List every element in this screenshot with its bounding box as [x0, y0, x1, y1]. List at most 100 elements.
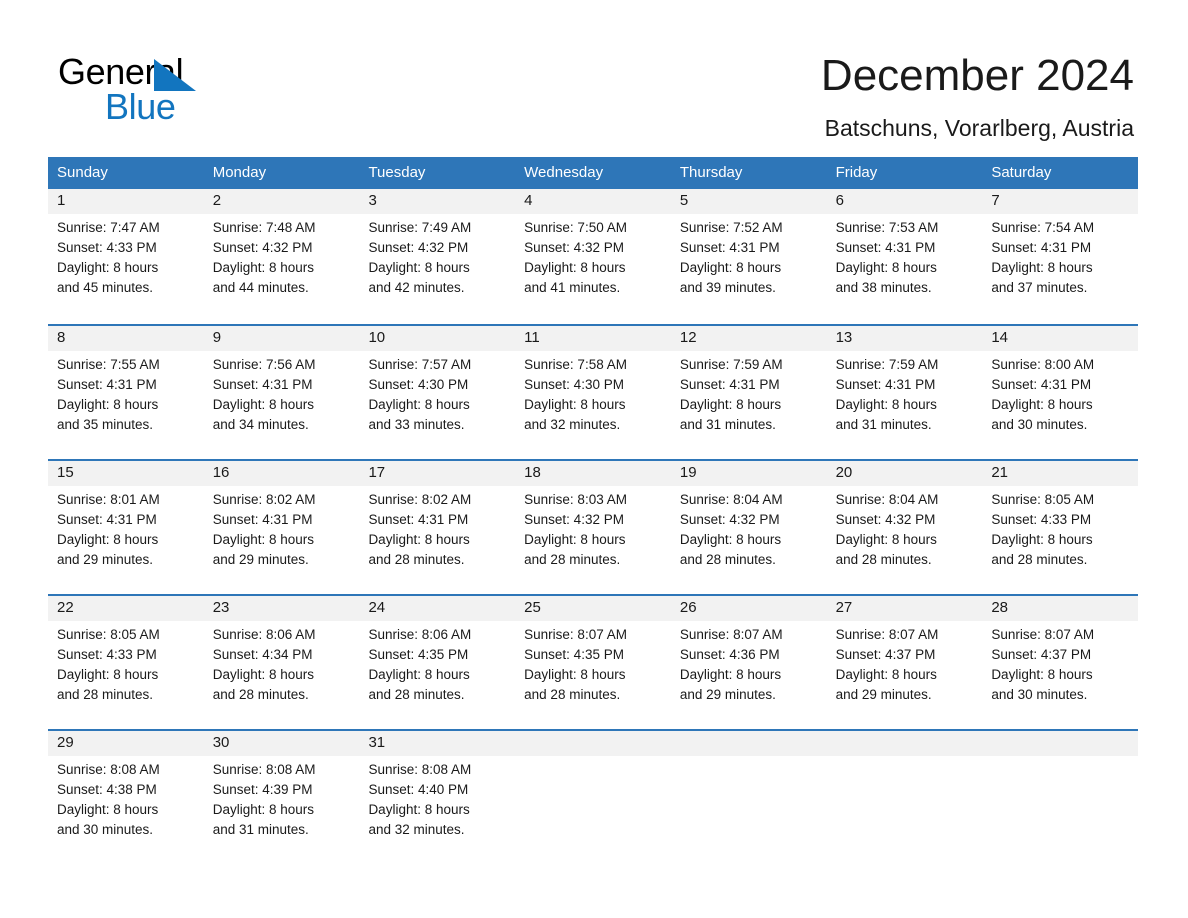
- day-details: Sunrise: 8:08 AM Sunset: 4:38 PM Dayligh…: [57, 760, 204, 840]
- sunrise-text: Sunrise: 7:59 AM: [679, 357, 783, 372]
- day-cell[interactable]: 15 Sunrise: 8:01 AM Sunset: 4:31 PM Dayl…: [48, 461, 204, 596]
- day-cell[interactable]: 23 Sunrise: 8:06 AM Sunset: 4:34 PM Dayl…: [204, 596, 360, 731]
- sunset-text: Sunset: 4:32 PM: [835, 512, 936, 527]
- day-cell[interactable]: 17 Sunrise: 8:02 AM Sunset: 4:31 PM Dayl…: [359, 461, 515, 596]
- day-cell[interactable]: 21 Sunrise: 8:05 AM Sunset: 4:33 PM Dayl…: [982, 461, 1138, 596]
- sunset-text: Sunset: 4:30 PM: [524, 377, 624, 392]
- daylight-text: Daylight: 8 hours: [835, 667, 937, 682]
- page-title: December 2024: [820, 51, 1134, 100]
- day-cell[interactable]: 18 Sunrise: 8:03 AM Sunset: 4:32 PM Dayl…: [515, 461, 671, 596]
- page-header: General Blue December 2024 Batschuns, Vo…: [0, 0, 1188, 150]
- daylight-text: Daylight: 8 hours: [212, 260, 315, 275]
- day-cell[interactable]: 26 Sunrise: 8:07 AM Sunset: 4:36 PM Dayl…: [671, 596, 827, 731]
- day-number: 5: [679, 192, 689, 209]
- sunrise-text: Sunrise: 8:02 AM: [368, 492, 472, 507]
- page-location: Batschuns, Vorarlberg, Austria: [824, 115, 1134, 141]
- day-cell[interactable]: 4 Sunrise: 7:50 AM Sunset: 4:32 PM Dayli…: [515, 189, 671, 324]
- sunrise-text: Sunrise: 8:08 AM: [368, 762, 472, 777]
- daylight-text-cont: and 44 minutes.: [212, 280, 309, 295]
- day-cell[interactable]: 13 Sunrise: 7:59 AM Sunset: 4:31 PM Dayl…: [827, 326, 983, 461]
- day-cell[interactable]: 14 Sunrise: 8:00 AM Sunset: 4:31 PM Dayl…: [982, 326, 1138, 461]
- daylight-text-cont: and 41 minutes.: [524, 280, 621, 295]
- day-number: 9: [212, 329, 222, 346]
- daylight-text-cont: and 32 minutes.: [524, 417, 621, 432]
- sunset-text: Sunset: 4:38 PM: [57, 782, 157, 797]
- day-cell[interactable]: 11 Sunrise: 7:58 AM Sunset: 4:30 PM Dayl…: [515, 326, 671, 461]
- daylight-text: Daylight: 8 hours: [368, 802, 470, 817]
- day-cell[interactable]: 24 Sunrise: 8:06 AM Sunset: 4:35 PM Dayl…: [359, 596, 515, 731]
- day-number: 22: [57, 599, 74, 616]
- day-details: Sunrise: 8:08 AM Sunset: 4:39 PM Dayligh…: [213, 760, 360, 840]
- day-number: 2: [212, 192, 222, 209]
- day-cell[interactable]: 7 Sunrise: 7:54 AM Sunset: 4:31 PM Dayli…: [982, 189, 1138, 324]
- day-cell[interactable]: 5 Sunrise: 7:52 AM Sunset: 4:31 PM Dayli…: [671, 189, 827, 324]
- day-cell[interactable]: 19 Sunrise: 8:04 AM Sunset: 4:32 PM Dayl…: [671, 461, 827, 596]
- sunset-text: Sunset: 4:32 PM: [524, 512, 624, 527]
- sunrise-text: Sunrise: 8:01 AM: [57, 492, 160, 507]
- sunrise-text: Sunrise: 8:07 AM: [679, 627, 783, 642]
- day-details: Sunrise: 8:07 AM Sunset: 4:36 PM Dayligh…: [680, 625, 827, 705]
- sunrise-text: Sunrise: 8:08 AM: [212, 762, 316, 777]
- sunrise-text: Sunrise: 7:52 AM: [679, 220, 783, 235]
- day-number: 4: [524, 192, 533, 209]
- day-details: Sunrise: 7:50 AM Sunset: 4:32 PM Dayligh…: [524, 218, 671, 298]
- day-number: 1: [57, 192, 66, 209]
- daylight-text-cont: and 31 minutes.: [212, 822, 309, 837]
- daylight-text: Daylight: 8 hours: [679, 397, 782, 412]
- day-cell-empty: [827, 731, 983, 866]
- daylight-text-cont: and 28 minutes.: [524, 552, 621, 567]
- daylight-text: Daylight: 8 hours: [524, 397, 626, 412]
- weekday-header-tuesday: Tuesday: [368, 164, 426, 181]
- day-cell[interactable]: 25 Sunrise: 8:07 AM Sunset: 4:35 PM Dayl…: [515, 596, 671, 731]
- daylight-text: Daylight: 8 hours: [835, 397, 937, 412]
- sunset-text: Sunset: 4:32 PM: [212, 240, 313, 255]
- daylight-text-cont: and 29 minutes.: [57, 552, 154, 567]
- day-cell[interactable]: 20 Sunrise: 8:04 AM Sunset: 4:32 PM Dayl…: [827, 461, 983, 596]
- day-cell[interactable]: 22 Sunrise: 8:05 AM Sunset: 4:33 PM Dayl…: [48, 596, 204, 731]
- day-cell[interactable]: 3 Sunrise: 7:49 AM Sunset: 4:32 PM Dayli…: [359, 189, 515, 324]
- day-cell[interactable]: 1 Sunrise: 7:47 AM Sunset: 4:33 PM Dayli…: [48, 189, 204, 324]
- daylight-text-cont: and 28 minutes.: [57, 687, 154, 702]
- day-cell[interactable]: 9 Sunrise: 7:56 AM Sunset: 4:31 PM Dayli…: [204, 326, 360, 461]
- brand-name-blue: Blue: [105, 86, 176, 127]
- day-cell[interactable]: 12 Sunrise: 7:59 AM Sunset: 4:31 PM Dayl…: [671, 326, 827, 461]
- sunset-text: Sunset: 4:31 PM: [57, 512, 157, 527]
- sunrise-text: Sunrise: 7:54 AM: [991, 220, 1095, 235]
- day-cell[interactable]: 10 Sunrise: 7:57 AM Sunset: 4:30 PM Dayl…: [359, 326, 515, 461]
- calendar-week-row: 29 Sunrise: 8:08 AM Sunset: 4:38 PM Dayl…: [48, 729, 1138, 864]
- day-cell[interactable]: 6 Sunrise: 7:53 AM Sunset: 4:31 PM Dayli…: [827, 189, 983, 324]
- daylight-text-cont: and 31 minutes.: [679, 417, 776, 432]
- day-cell[interactable]: 30 Sunrise: 8:08 AM Sunset: 4:39 PM Dayl…: [204, 731, 360, 866]
- daylight-text-cont: and 31 minutes.: [835, 417, 932, 432]
- day-details: Sunrise: 7:59 AM Sunset: 4:31 PM Dayligh…: [836, 355, 983, 435]
- day-details: Sunrise: 7:59 AM Sunset: 4:31 PM Dayligh…: [680, 355, 827, 435]
- sunset-text: Sunset: 4:37 PM: [991, 647, 1092, 662]
- calendar-page: General Blue December 2024 Batschuns, Vo…: [0, 0, 1188, 918]
- sunset-text: Sunset: 4:31 PM: [835, 377, 936, 392]
- sunrise-text: Sunrise: 8:07 AM: [524, 627, 627, 642]
- weekday-header-wednesday: Wednesday: [524, 164, 604, 181]
- brand-logo[interactable]: General Blue: [58, 52, 278, 127]
- day-cell[interactable]: 27 Sunrise: 8:07 AM Sunset: 4:37 PM Dayl…: [827, 596, 983, 731]
- daylight-text-cont: and 30 minutes.: [991, 687, 1088, 702]
- day-cell[interactable]: 29 Sunrise: 8:08 AM Sunset: 4:38 PM Dayl…: [48, 731, 204, 866]
- sunset-text: Sunset: 4:31 PM: [679, 377, 780, 392]
- day-cell[interactable]: 2 Sunrise: 7:48 AM Sunset: 4:32 PM Dayli…: [204, 189, 360, 324]
- day-cell-empty: [671, 731, 827, 866]
- sunrise-text: Sunrise: 7:58 AM: [524, 357, 627, 372]
- sunrise-text: Sunrise: 8:04 AM: [835, 492, 939, 507]
- day-cell[interactable]: 8 Sunrise: 7:55 AM Sunset: 4:31 PM Dayli…: [48, 326, 204, 461]
- calendar-table: Sunday Monday Tuesday Wednesday Thursday…: [48, 157, 1138, 864]
- day-number: 13: [835, 329, 853, 346]
- day-cell[interactable]: 28 Sunrise: 8:07 AM Sunset: 4:37 PM Dayl…: [982, 596, 1138, 731]
- sunset-text: Sunset: 4:39 PM: [212, 782, 313, 797]
- daylight-text: Daylight: 8 hours: [368, 397, 470, 412]
- day-cell[interactable]: 16 Sunrise: 8:02 AM Sunset: 4:31 PM Dayl…: [204, 461, 360, 596]
- daylight-text: Daylight: 8 hours: [679, 532, 782, 547]
- daylight-text-cont: and 28 minutes.: [835, 552, 932, 567]
- weekday-header-sunday: Sunday: [57, 164, 108, 181]
- day-cell[interactable]: 31 Sunrise: 8:08 AM Sunset: 4:40 PM Dayl…: [359, 731, 515, 866]
- day-details: Sunrise: 7:49 AM Sunset: 4:32 PM Dayligh…: [368, 218, 515, 298]
- day-number: 18: [524, 464, 541, 481]
- weekday-header-saturday: Saturday: [991, 164, 1052, 181]
